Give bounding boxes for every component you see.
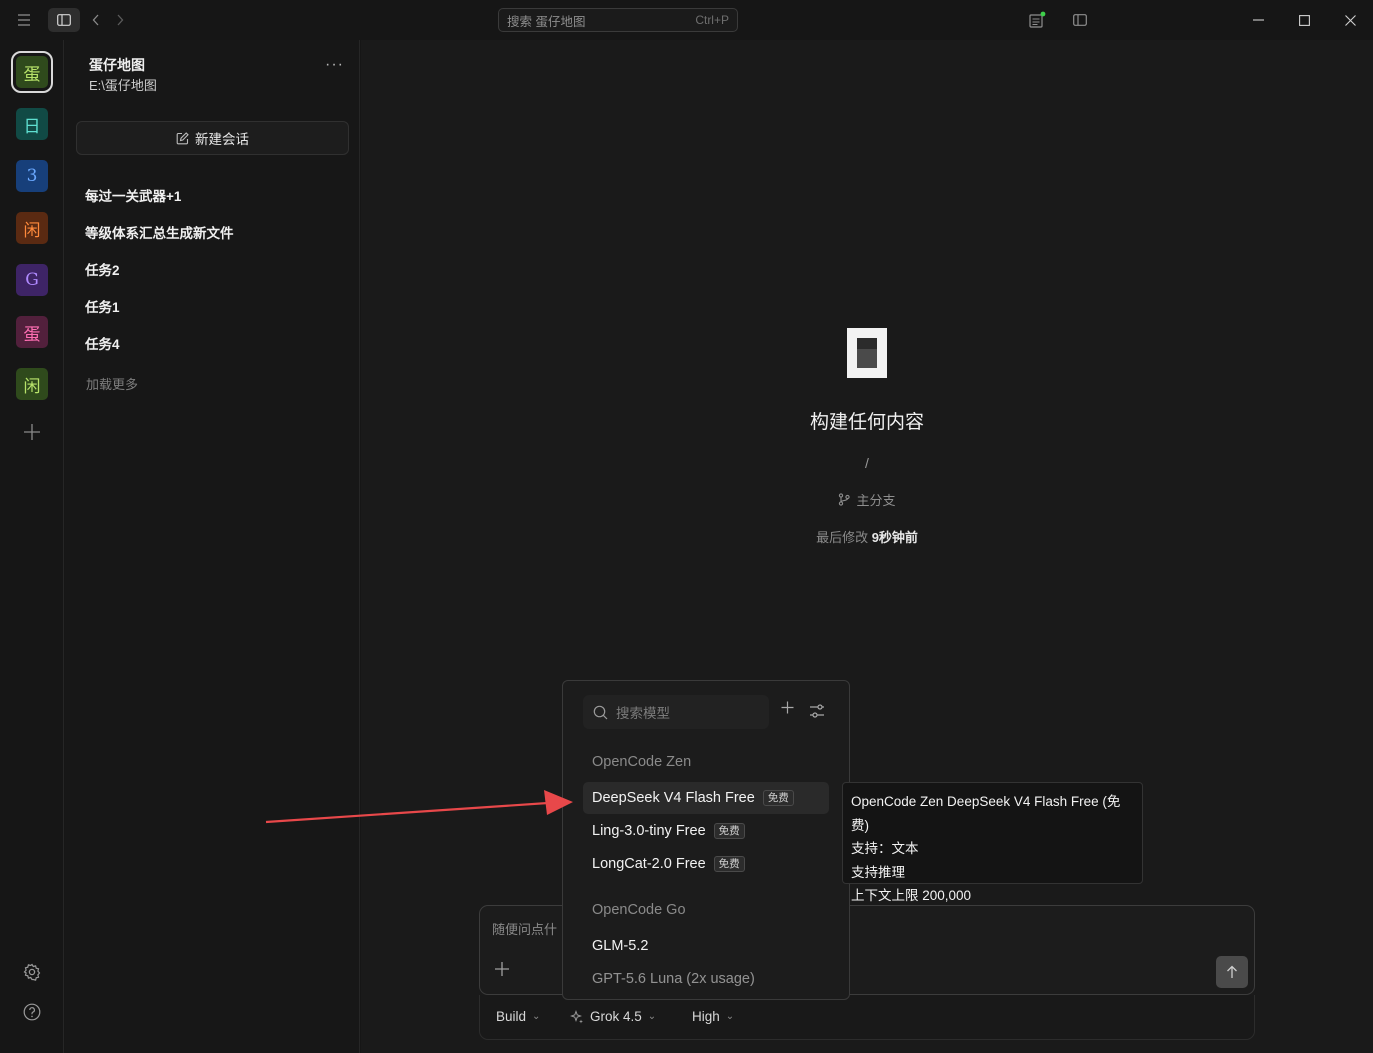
settings-gear-icon[interactable] <box>22 962 42 982</box>
maximize-button[interactable] <box>1294 10 1314 30</box>
page-title: 构建任何内容 <box>809 412 924 433</box>
model-group-label: OpenCode Go <box>592 902 686 918</box>
agent-selector[interactable]: Build ⌄ <box>496 1009 540 1024</box>
project-avatar-1[interactable]: 日 <box>16 108 48 140</box>
search-icon <box>593 705 608 720</box>
model-picker-popover: 搜索模型 OpenCode Zen DeepSeek V4 Flash Free… <box>562 680 850 1000</box>
session-item[interactable]: 任务4 <box>85 333 120 353</box>
model-selector[interactable]: Grok 4.5 ⌄ <box>570 1009 656 1024</box>
model-option-gpt[interactable]: GPT-5.6 Luna (2x usage) <box>583 963 829 995</box>
model-option-deepseek[interactable]: DeepSeek V4 Flash Free 免费 <box>583 782 829 814</box>
add-model-icon[interactable] <box>781 701 794 714</box>
project-avatar-3[interactable]: 闲 <box>16 212 48 244</box>
tooltip-title: OpenCode Zen DeepSeek V4 Flash Free (免费) <box>851 794 1121 833</box>
git-branch-icon <box>838 493 851 506</box>
project-avatar-6[interactable]: 闲 <box>16 368 48 400</box>
review-panel-icon[interactable] <box>1026 8 1048 32</box>
send-button[interactable] <box>1216 956 1248 988</box>
status-dot <box>1040 11 1046 17</box>
load-more-link[interactable]: 加载更多 <box>86 374 138 393</box>
chevron-down-icon: ⌄ <box>647 1011 657 1022</box>
new-session-button[interactable]: 新建会话 <box>76 121 349 155</box>
session-sidebar: 蛋仔地图 E:\蛋仔地图 ··· 新建会话 每过一关武器+1 等级体系汇总生成新… <box>65 40 360 1053</box>
workspace-path: E:\蛋仔地图 <box>89 78 157 93</box>
forward-icon[interactable] <box>112 10 128 30</box>
project-avatar-5[interactable]: 蛋 <box>16 316 48 348</box>
sparkle-icon <box>570 1009 584 1024</box>
minimize-button[interactable] <box>1248 10 1268 30</box>
back-icon[interactable] <box>88 10 104 30</box>
filter-settings-icon[interactable] <box>809 703 825 719</box>
branch-name: 主分支 <box>856 493 896 508</box>
model-group-label: OpenCode Zen <box>592 754 692 770</box>
project-avatar-2[interactable]: 3 <box>16 160 48 192</box>
project-avatar-0[interactable]: 蛋 <box>11 51 53 93</box>
model-option-glm[interactable]: GLM-5.2 <box>583 930 829 962</box>
model-search-input[interactable]: 搜索模型 <box>583 695 769 729</box>
tooltip-context: 上下文上限 200,000 <box>851 888 972 903</box>
model-option-longcat[interactable]: LongCat-2.0 Free 免费 <box>583 848 829 880</box>
session-item[interactable]: 等级体系汇总生成新文件 <box>85 222 234 242</box>
search-placeholder: 搜索 蛋仔地图 <box>507 14 586 29</box>
search-input[interactable]: 搜索 蛋仔地图 Ctrl+P <box>498 8 738 32</box>
branch-info: 主分支 <box>361 490 1373 509</box>
free-badge: 免费 <box>713 856 745 872</box>
chevron-down-icon: ⌄ <box>532 1011 541 1022</box>
session-item[interactable]: 任务1 <box>85 296 120 316</box>
last-modified-value: 9秒钟前 <box>871 530 918 545</box>
model-search-placeholder: 搜索模型 <box>616 706 670 721</box>
app-logo <box>847 328 887 378</box>
workspace-name: 蛋仔地图 <box>89 57 145 73</box>
model-info-tooltip: OpenCode Zen DeepSeek V4 Flash Free (免费)… <box>842 782 1143 903</box>
add-project-icon[interactable] <box>22 422 42 442</box>
free-badge: 免费 <box>762 790 794 806</box>
session-item[interactable]: 每过一关武器+1 <box>85 185 181 205</box>
session-item[interactable]: 任务2 <box>85 259 120 279</box>
tooltip-supports: 支持：文本 <box>851 841 919 856</box>
last-modified: 最后修改 9秒钟前 <box>816 530 918 545</box>
toggle-right-panel-icon[interactable] <box>1070 10 1090 30</box>
project-path: / <box>865 455 869 471</box>
chevron-down-icon: ⌄ <box>725 1011 735 1022</box>
attach-plus-icon[interactable] <box>494 961 510 977</box>
more-options-icon[interactable]: ··· <box>325 56 344 74</box>
tooltip-reasoning: 支持推理 <box>851 864 905 880</box>
help-icon[interactable] <box>22 1002 42 1022</box>
edit-icon <box>176 131 189 145</box>
new-session-label: 新建会话 <box>195 132 249 147</box>
menu-icon[interactable] <box>14 10 34 30</box>
project-rail: 蛋 日 3 闲 G 蛋 闲 <box>0 40 64 1053</box>
close-button[interactable] <box>1340 10 1360 30</box>
search-shortcut: Ctrl+P <box>695 13 729 27</box>
effort-selector[interactable]: High ⌄ <box>692 1009 734 1024</box>
title-bar: 搜索 蛋仔地图 Ctrl+P <box>0 0 1373 40</box>
model-option-ling[interactable]: Ling-3.0-tiny Free 免费 <box>583 815 829 847</box>
free-badge: 免费 <box>713 823 745 839</box>
toggle-sidebar-button[interactable] <box>48 8 80 32</box>
composer-toolbar: Build ⌄ Grok 4.5 ⌄ High ⌄ <box>479 995 1255 1040</box>
project-avatar-4[interactable]: G <box>16 264 48 296</box>
prompt-placeholder: 随便问点什 <box>492 922 558 937</box>
